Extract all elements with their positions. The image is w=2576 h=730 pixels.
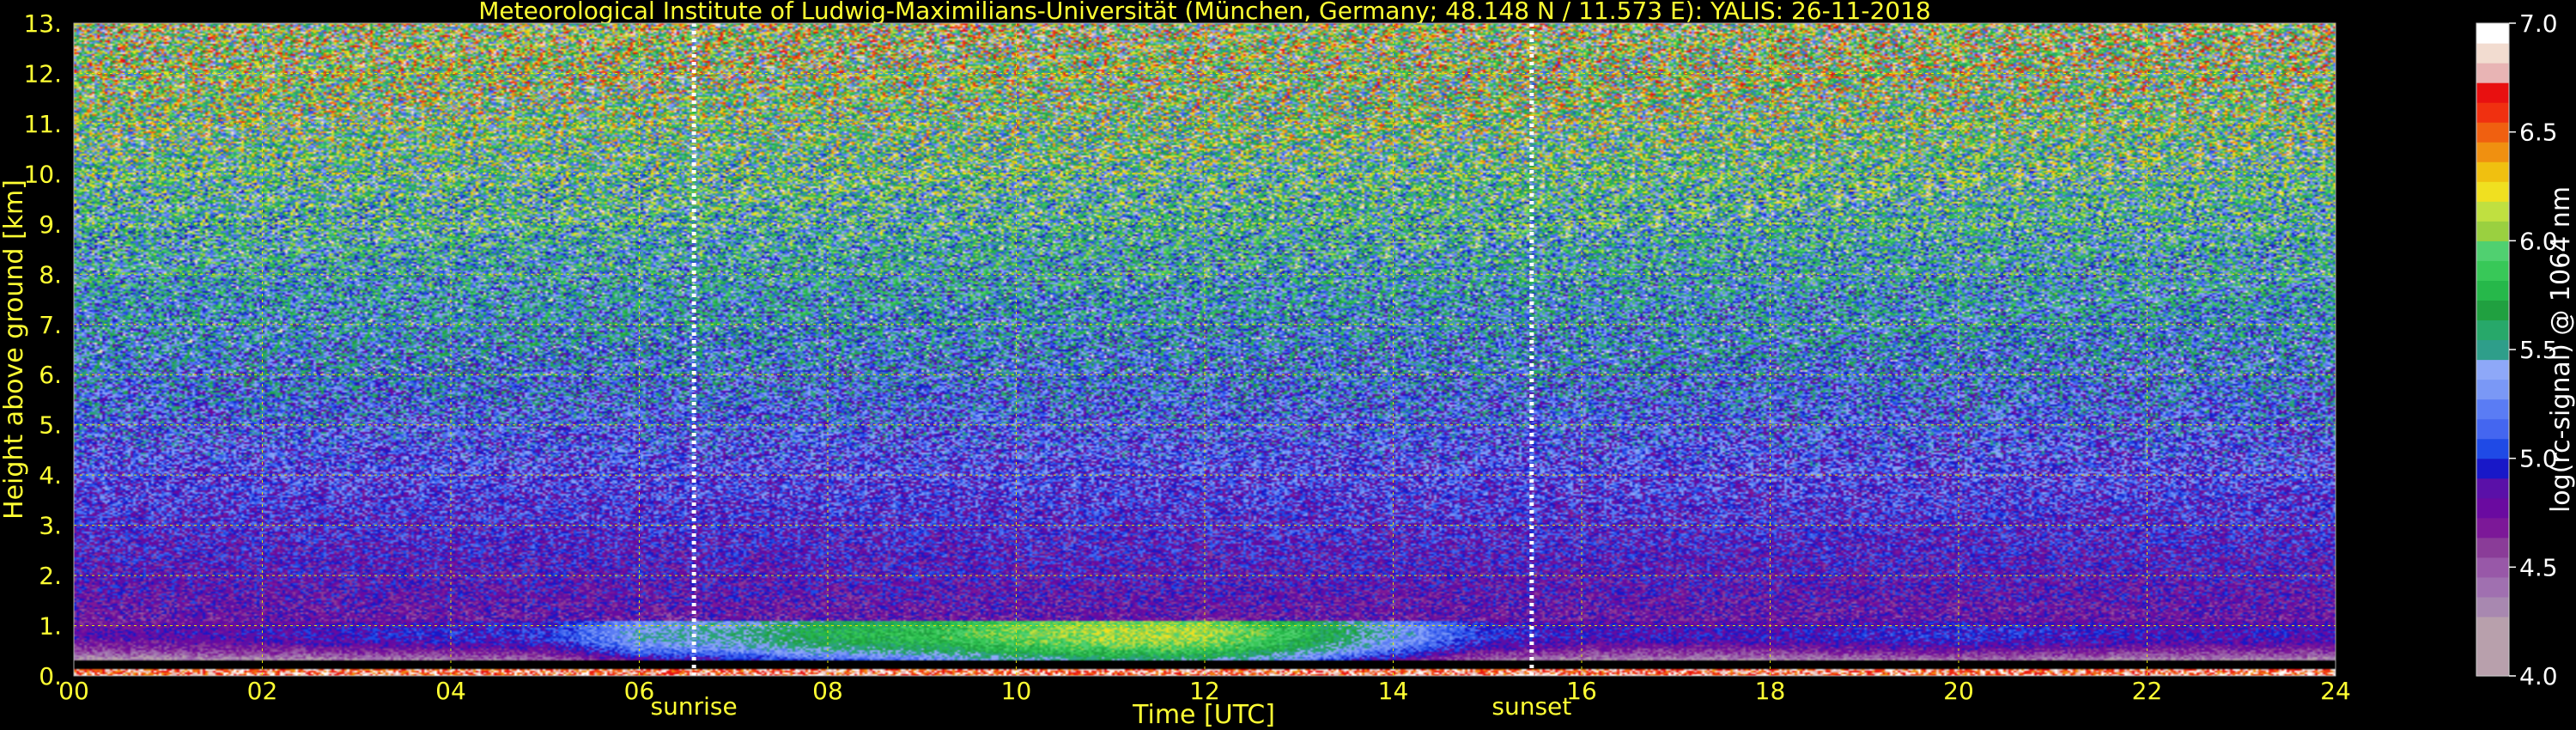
colorbar-segment — [2476, 497, 2509, 519]
colorbar-tick-label: 6.5 — [2519, 119, 2558, 147]
y-axis-label: Height above ground [km] — [0, 179, 29, 520]
x-tick-label: 22 — [2132, 677, 2163, 705]
colorbar-segment — [2476, 359, 2509, 380]
colorbar-segment — [2476, 122, 2509, 143]
x-tick-label: 14 — [1378, 677, 1409, 705]
colorbar-segment — [2476, 23, 2509, 44]
y-tick-label: 11. — [23, 110, 62, 138]
colorbar-segment — [2476, 319, 2509, 341]
colorbar-segment — [2476, 398, 2509, 420]
colorbar-tick-label: 7.0 — [2519, 9, 2558, 38]
x-tick-label: 20 — [1943, 677, 1974, 705]
x-tick-label: 04 — [435, 677, 466, 705]
colorbar-segment — [2476, 43, 2509, 64]
colorbar-segment — [2476, 260, 2509, 281]
colorbar-segment — [2476, 438, 2509, 459]
y-tick-label: 1. — [39, 612, 62, 641]
colorbar-segment — [2476, 82, 2509, 103]
x-tick-label: 06 — [624, 677, 655, 705]
colorbar-segment — [2476, 596, 2509, 617]
y-tick-label: 2. — [39, 562, 62, 590]
colorbar-segment — [2476, 240, 2509, 261]
x-tick-label: 18 — [1755, 677, 1786, 705]
x-tick-label: 08 — [812, 677, 843, 705]
colorbar-segment — [2476, 418, 2509, 440]
y-tick-label: 12. — [23, 59, 62, 88]
colorbar-segment — [2476, 576, 2509, 598]
colorbar-segment — [2476, 181, 2509, 202]
colorbar-tick-label: 4.0 — [2519, 662, 2558, 690]
chart-title: Meteorological Institute of Ludwig-Maxim… — [478, 0, 1930, 25]
x-tick-label: 16 — [1566, 677, 1597, 705]
x-tick-label: 10 — [1001, 677, 1032, 705]
colorbar-label: log(rc-signal) @ 1064 nm — [2546, 186, 2576, 513]
y-tick-label: 4. — [39, 461, 62, 490]
colorbar-segment — [2476, 280, 2509, 301]
lidar-quicklook-chart: Meteorological Institute of Ludwig-Maxim… — [0, 0, 2576, 730]
sunrise-label: sunrise — [651, 692, 738, 721]
colorbar-tick-label: 4.5 — [2519, 553, 2558, 581]
y-tick-label: 13. — [23, 9, 62, 38]
x-tick-label: 24 — [2320, 677, 2351, 705]
colorbar-segment — [2476, 478, 2509, 499]
colorbar-segment — [2476, 379, 2509, 400]
x-axis-label: Time [UTC] — [1132, 700, 1275, 730]
colorbar-segment — [2476, 142, 2509, 162]
colorbar-segment — [2476, 102, 2509, 123]
colorbar-segment — [2476, 557, 2509, 578]
y-axis-ticks: 0.1.2.3.4.5.6.7.8.9.10.11.12.13. — [23, 9, 62, 690]
colorbar-segment — [2476, 636, 2509, 657]
y-tick-label: 7. — [39, 311, 62, 339]
y-tick-label: 5. — [39, 411, 62, 440]
colorbar-segment — [2476, 655, 2509, 677]
y-tick-label: 3. — [39, 512, 62, 540]
y-tick-label: 8. — [39, 260, 62, 289]
y-tick-label: 10. — [23, 160, 62, 188]
colorbar-segment — [2476, 616, 2509, 637]
x-tick-label: 00 — [58, 677, 89, 705]
y-tick-label: 6. — [39, 361, 62, 389]
colorbar-segment — [2476, 517, 2509, 538]
y-tick-label: 9. — [39, 210, 62, 239]
colorbar-segment — [2476, 537, 2509, 558]
colorbar-segment — [2476, 63, 2509, 83]
colorbar — [2476, 22, 2510, 677]
colorbar-segment — [2476, 458, 2509, 479]
colorbar-segment — [2476, 221, 2509, 241]
colorbar-segment — [2476, 339, 2509, 361]
colorbar-segment — [2476, 161, 2509, 182]
colorbar-segment — [2476, 201, 2509, 222]
colorbar-segment — [2476, 300, 2509, 321]
sunset-label: sunset — [1492, 692, 1571, 721]
x-tick-label: 02 — [247, 677, 278, 705]
